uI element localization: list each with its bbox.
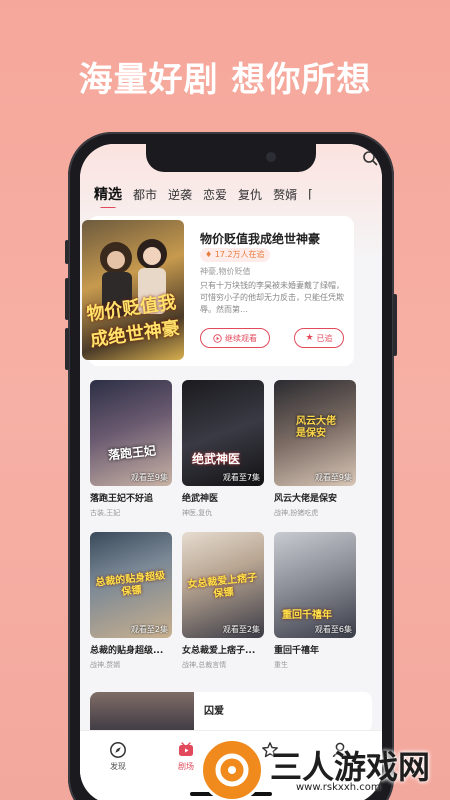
drama-cover-image[interactable] [90, 692, 194, 732]
play-icon [213, 333, 222, 343]
featured-drama-card[interactable]: 物价贬值我成绝世神豪 物价贬值我成绝世神豪 ♦ 17.2万人在追 神豪,物价贬值… [82, 216, 354, 366]
drama-tags: 战神,总裁言情 [182, 661, 227, 669]
drama-cover-image[interactable]: 绝武神医 观看至7集 [182, 380, 264, 486]
category-tabs: 精选 都市 逆袭 恋爱 复仇 赘婿 ⌈ [94, 180, 374, 208]
drama-title[interactable]: 落跑王妃不好追 [90, 491, 172, 504]
watch-progress: 观看至2集 [222, 625, 260, 634]
phone-screen: 精选 都市 逆袭 恋爱 复仇 赘婿 ⌈ 物价贬值我成绝世神豪 物价贬值我成绝世神… [80, 144, 382, 800]
drama-tags: 古装,王妃 [90, 509, 121, 517]
drama-card[interactable]: 绝武神医 观看至7集 绝武神医 神医,复仇 [182, 380, 264, 524]
drama-title[interactable]: 重回千禧年 [274, 643, 356, 656]
drama-grid: 落跑王妃 观看至9集 落跑王妃不好追 古装,王妃 绝武神医 观看至7集 绝武神医… [90, 380, 374, 676]
tab-revenge[interactable]: 复仇 [238, 186, 262, 203]
drama-card[interactable]: 重回千禧年 观看至6集 重回千禧年 重生 [274, 532, 356, 676]
followers-badge: ♦ 17.2万人在追 [200, 248, 270, 262]
watermark-url: www.rskxxh.com [296, 782, 381, 793]
tab-comeback[interactable]: 逆袭 [168, 186, 192, 203]
drama-cover-image[interactable]: 落跑王妃 观看至9集 [90, 380, 172, 486]
continue-watching-button[interactable]: 继续观看 [200, 328, 270, 348]
nav-discover-label: 发现 [110, 762, 126, 771]
cover-title-text: 女总裁爱上痞子保镖 [186, 572, 258, 600]
featured-cover-image[interactable]: 物价贬值我成绝世神豪 [82, 220, 184, 360]
featured-tags: 神豪,物价贬值 [200, 267, 251, 276]
phone-volume-down-button [65, 328, 69, 370]
drama-cover-image[interactable]: 重回千禧年 观看至6集 [274, 532, 356, 638]
drama-title[interactable]: 总裁的贴身超级... [90, 643, 172, 656]
featured-description: 只有十万块钱的李昊被未婚妻戴了绿帽，可惜穷小子的他却无力反击，只能任凭欺辱。然而… [200, 281, 344, 314]
drama-card[interactable]: 总裁的贴身超级保镖 观看至2集 总裁的贴身超级... 战神,赘婿 [90, 532, 172, 676]
search-icon[interactable] [362, 150, 378, 166]
drama-title[interactable]: 绝武神医 [182, 491, 264, 504]
tab-selected[interactable]: 精选 [94, 184, 122, 204]
continue-watching-label: 继续观看 [225, 333, 257, 343]
star-filled-icon: ★ [305, 333, 314, 343]
theater-icon [179, 742, 193, 756]
drama-card[interactable]: 落跑王妃 观看至9集 落跑王妃不好追 古装,王妃 [90, 380, 172, 524]
drama-tags: 神医,复仇 [182, 509, 213, 517]
drama-card[interactable]: 风云大佬是保安 观看至9集 风云大佬是保安 战神,扮猪吃虎 [274, 380, 356, 524]
watch-progress: 观看至9集 [130, 473, 168, 482]
followed-button[interactable]: ★ 已追 [294, 328, 344, 348]
drama-title[interactable]: 女总裁爱上痞子... [182, 643, 264, 656]
watch-progress: 观看至7集 [222, 473, 260, 482]
cover-title-text: 总裁的贴身超级保镖 [94, 570, 166, 598]
cover-title-text: 风云大佬是保安 [296, 416, 336, 439]
drama-card[interactable]: 女总裁爱上痞子保镖 观看至2集 女总裁爱上痞子... 战神,总裁言情 [182, 532, 264, 676]
cover-title-text: 绝武神医 [192, 452, 241, 466]
tab-overflow[interactable]: ⌈ [308, 187, 314, 201]
phone-power-button [393, 294, 397, 356]
followed-label: 已追 [316, 333, 333, 343]
watch-progress: 观看至2集 [130, 625, 168, 634]
phone-volume-up-button [65, 278, 69, 320]
followers-count: 17.2万人在追 [214, 250, 265, 259]
drama-title[interactable]: 囚爱 [204, 702, 224, 717]
phone-frame: 精选 都市 逆袭 恋爱 复仇 赘婿 ⌈ 物价贬值我成绝世神豪 物价贬值我成绝世神… [65, 132, 397, 800]
watch-progress: 观看至6集 [314, 625, 352, 634]
drama-list-item[interactable]: 囚爱 [90, 692, 372, 732]
tab-urban[interactable]: 都市 [133, 186, 157, 203]
cover-title-text: 落跑王妃 [107, 443, 157, 463]
drama-tags: 重生 [274, 661, 288, 669]
tab-romance[interactable]: 恋爱 [203, 186, 227, 203]
drama-cover-image[interactable]: 风云大佬是保安 观看至9集 [274, 380, 356, 486]
compass-icon [110, 742, 126, 758]
phone-mute-button [65, 240, 69, 264]
drama-tags: 战神,赘婿 [90, 661, 121, 669]
tab-son-in-law[interactable]: 赘婿 [273, 186, 297, 203]
camera-icon [266, 152, 276, 162]
drama-cover-image[interactable]: 女总裁爱上痞子保镖 观看至2集 [182, 532, 264, 638]
watermark-logo-icon [200, 738, 264, 800]
cover-title-text: 重回千禧年 [282, 610, 332, 621]
promo-headline: 海量好剧 想你所想 [78, 60, 372, 100]
featured-title[interactable]: 物价贬值我成绝世神豪 [200, 230, 320, 247]
drama-cover-image[interactable]: 总裁的贴身超级保镖 观看至2集 [90, 532, 172, 638]
watch-progress: 观看至9集 [314, 473, 352, 482]
phone-notch [146, 144, 316, 172]
nav-discover[interactable]: 发现 [98, 741, 138, 772]
drama-tags: 战神,扮猪吃虎 [274, 509, 319, 517]
drama-title[interactable]: 风云大佬是保安 [274, 491, 356, 504]
